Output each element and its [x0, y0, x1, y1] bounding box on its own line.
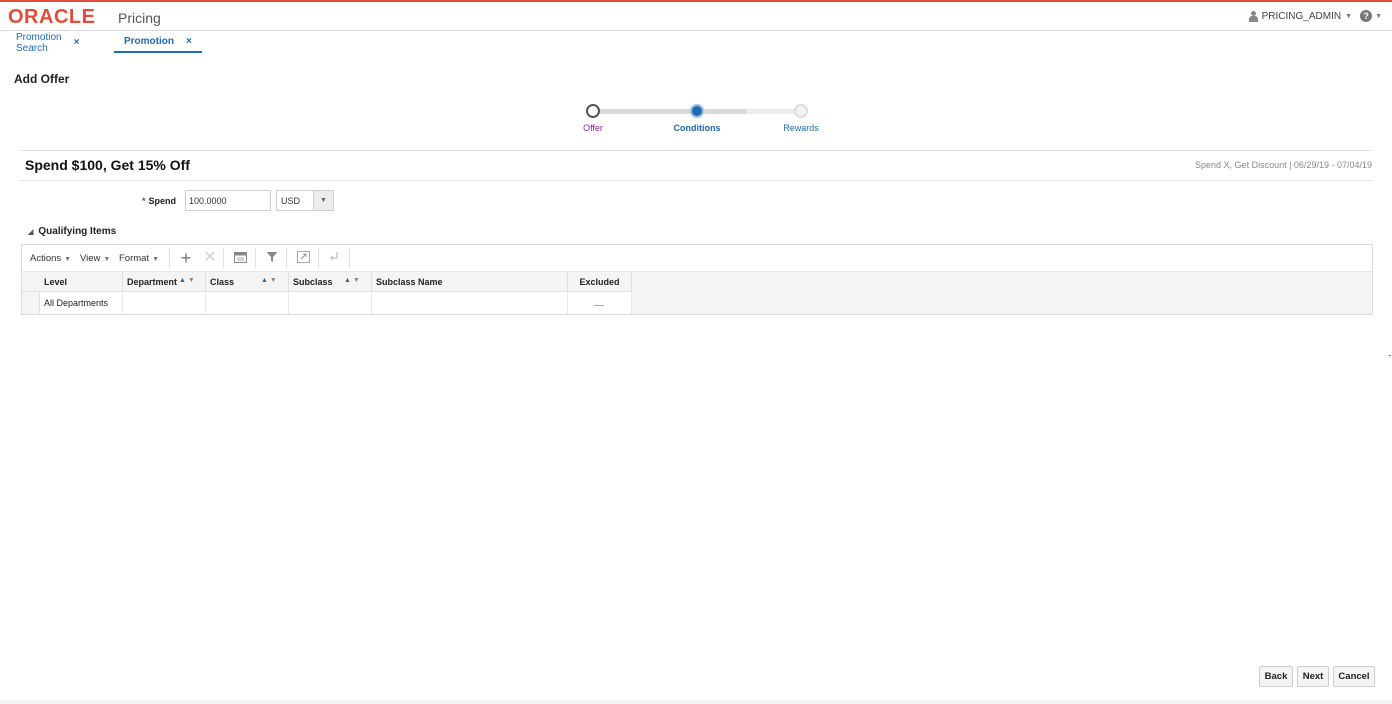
chevron-down-icon: ▼	[1345, 13, 1352, 20]
next-button[interactable]: Next	[1297, 666, 1329, 687]
tab-promotion[interactable]: Promotion ×	[114, 32, 202, 53]
column-header-subclass-name[interactable]: Subclass Name	[372, 272, 568, 292]
wrap-icon[interactable]	[326, 250, 342, 266]
sort-icon[interactable]: ▲ ▼	[261, 277, 277, 284]
spend-label: * Spend	[142, 196, 177, 206]
cancel-button[interactable]: Cancel	[1333, 666, 1375, 687]
column-header-class[interactable]: Class ▲ ▼	[206, 272, 289, 292]
train-line	[594, 109, 746, 114]
close-icon[interactable]: ×	[186, 36, 192, 47]
actions-menu[interactable]: Actions ▼	[30, 253, 71, 264]
toolbar-separator	[169, 249, 170, 268]
train-stop-offer[interactable]	[586, 104, 600, 118]
table-toolbar: Actions ▼ View ▼ Format ▼ + ✕	[22, 245, 1372, 272]
chevron-down-icon: ▼	[152, 256, 160, 263]
qualifying-items-table: Actions ▼ View ▼ Format ▼ + ✕ Level Departm…	[21, 244, 1373, 315]
train-label-offer[interactable]: Offer	[553, 123, 633, 133]
calendar-icon[interactable]	[232, 250, 248, 266]
chevron-down-icon: ▼	[103, 256, 111, 263]
edge-mark	[1389, 355, 1391, 356]
table-header: Level Department ▲ ▼ Class ▲ ▼ Subclass …	[22, 272, 632, 292]
toolbar-separator	[223, 249, 224, 268]
detach-icon[interactable]	[295, 250, 311, 266]
sort-icon[interactable]: ▲ ▼	[344, 277, 360, 284]
currency-value: USD	[281, 196, 301, 206]
train-label-rewards[interactable]: Rewards	[761, 123, 841, 133]
toolbar-separator	[318, 249, 319, 268]
user-menu[interactable]: PRICING_ADMIN ▼	[1248, 11, 1352, 22]
cell-level: All Departments	[40, 293, 123, 314]
top-bar: ORACLE Pricing PRICING_ADMIN ▼ ? ▼	[0, 0, 1392, 31]
sort-icon[interactable]: ▲ ▼	[179, 277, 195, 284]
add-icon[interactable]: +	[178, 249, 194, 267]
cell-subclass-name	[372, 293, 568, 314]
tab-promotion-search[interactable]: Promotion Search ×	[14, 31, 81, 54]
column-header-subclass[interactable]: Subclass ▲ ▼	[289, 272, 372, 292]
divider	[20, 180, 1372, 181]
back-button[interactable]: Back	[1259, 666, 1293, 687]
excluded-checkbox[interactable]	[594, 305, 604, 306]
delete-icon[interactable]: ✕	[202, 250, 218, 266]
cell-department	[123, 293, 206, 314]
chevron-down-icon: ▼	[1375, 12, 1382, 20]
cell-subclass	[289, 293, 372, 314]
train-label-conditions[interactable]: Conditions	[657, 123, 737, 133]
offer-meta: Spend X, Get Discount | 06/29/19 - 07/04…	[1195, 160, 1372, 170]
divider	[20, 150, 1372, 151]
train-stop-rewards[interactable]	[794, 104, 808, 118]
table-empty-area	[632, 272, 1372, 314]
page-title: Add Offer	[14, 72, 70, 86]
toolbar-separator	[286, 249, 287, 268]
format-menu[interactable]: Format ▼	[119, 253, 159, 264]
user-icon	[1248, 11, 1258, 22]
help-menu[interactable]: ? ▼	[1360, 10, 1382, 22]
spend-input[interactable]	[185, 190, 271, 211]
currency-select[interactable]: USD ▼	[276, 190, 334, 211]
column-header-excluded[interactable]: Excluded	[568, 272, 632, 292]
oracle-logo: ORACLE	[8, 6, 96, 28]
filter-icon[interactable]	[264, 250, 280, 266]
train-line	[746, 109, 800, 114]
train-stop-conditions[interactable]	[690, 104, 704, 118]
tab-label: Promotion Search	[16, 31, 62, 54]
bottom-strip	[0, 700, 1392, 704]
user-name: PRICING_ADMIN	[1261, 11, 1342, 22]
tab-label: Promotion	[124, 36, 174, 47]
required-indicator: *	[142, 196, 146, 206]
help-icon: ?	[1360, 10, 1373, 22]
table-row[interactable]: All Departments	[40, 293, 632, 314]
column-header-department[interactable]: Department ▲ ▼	[123, 272, 206, 292]
cell-class	[206, 293, 289, 314]
view-menu[interactable]: View ▼	[80, 253, 110, 264]
progress-train: Offer Conditions Rewards	[580, 100, 820, 136]
chevron-down-icon: ▼	[64, 256, 72, 263]
close-icon[interactable]: ×	[74, 37, 80, 48]
toolbar-separator	[349, 249, 350, 268]
column-header-level[interactable]: Level	[40, 272, 123, 292]
cell-excluded[interactable]	[568, 293, 632, 314]
qualifying-items-header[interactable]: ◢ Qualifying Items	[28, 226, 116, 237]
offer-title: Spend $100, Get 15% Off	[25, 157, 190, 173]
toolbar-separator	[255, 249, 256, 268]
disclosure-icon[interactable]: ◢	[28, 228, 33, 236]
chevron-down-icon[interactable]: ▼	[313, 191, 333, 210]
app-name: Pricing	[118, 10, 161, 26]
